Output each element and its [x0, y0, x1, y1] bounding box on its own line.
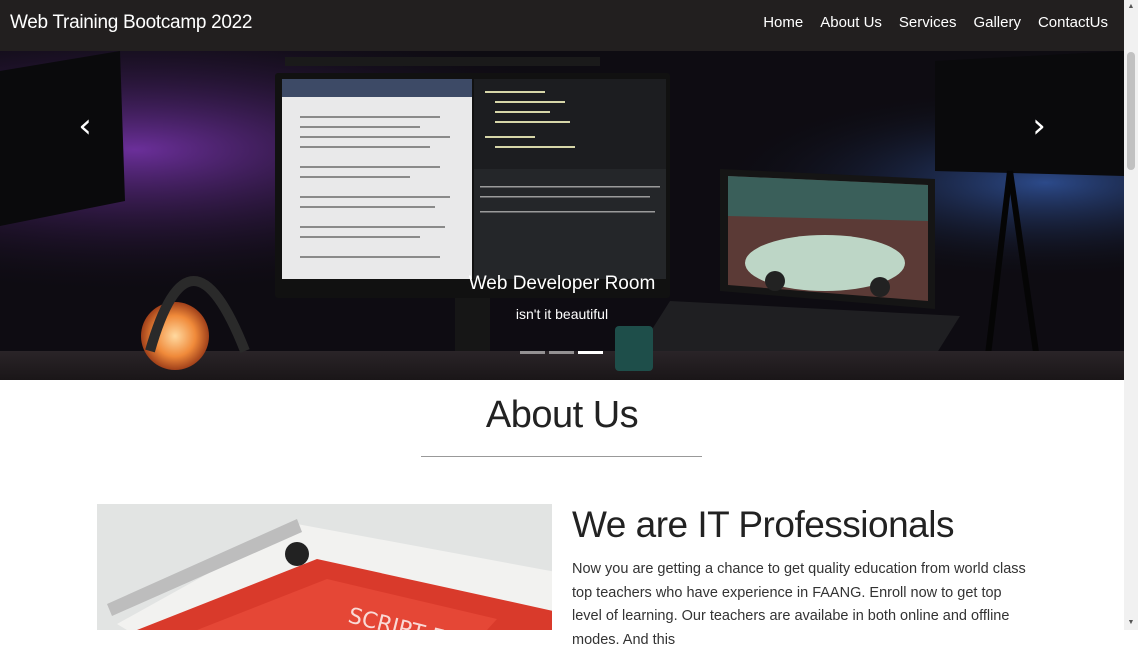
- chevron-right-icon: ›: [1032, 106, 1046, 146]
- section-description: Now you are getting a chance to get qual…: [572, 561, 1026, 648]
- carousel-prev-button[interactable]: ‹: [70, 109, 100, 143]
- carousel-indicator-1[interactable]: [520, 351, 545, 354]
- about-photo: SCRIPT FOR: [97, 504, 552, 630]
- page-scrollbar[interactable]: ▲ ▼: [1124, 0, 1138, 630]
- hero-carousel: ‹ › Web Developer Room isn't it beautifu…: [0, 51, 1124, 380]
- carousel-caption-title: Web Developer Room: [468, 273, 656, 294]
- about-heading: About Us: [485, 394, 639, 436]
- carousel-caption-subtitle: isn't it beautiful: [515, 306, 609, 322]
- carousel-indicators: [520, 351, 603, 354]
- scrollbar-thumb[interactable]: [1127, 52, 1135, 170]
- navbar: Web Training Bootcamp 2022 Home About Us…: [0, 0, 1124, 51]
- nav-link-about-us[interactable]: About Us: [820, 14, 882, 31]
- nav-links: Home About Us Services Gallery ContactUs: [746, 14, 1108, 31]
- carousel-slide-image: [0, 51, 1124, 380]
- carousel-next-button[interactable]: ›: [1024, 109, 1054, 143]
- book-photo: SCRIPT FOR: [97, 504, 552, 630]
- nav-link-gallery[interactable]: Gallery: [973, 14, 1021, 31]
- nav-link-services[interactable]: Services: [899, 14, 957, 31]
- scroll-up-arrow-icon[interactable]: ▲: [1124, 0, 1138, 14]
- brand-title[interactable]: Web Training Bootcamp 2022: [10, 12, 252, 34]
- carousel-indicator-3[interactable]: [578, 351, 603, 354]
- nav-link-home[interactable]: Home: [763, 14, 803, 31]
- chevron-left-icon: ‹: [78, 106, 92, 146]
- heading-divider: [421, 456, 702, 457]
- section-title: We are IT Professionals: [572, 504, 954, 545]
- carousel-indicator-2[interactable]: [549, 351, 574, 354]
- nav-link-contact-us[interactable]: ContactUs: [1038, 14, 1108, 31]
- scroll-down-arrow-icon[interactable]: ▼: [1124, 616, 1138, 630]
